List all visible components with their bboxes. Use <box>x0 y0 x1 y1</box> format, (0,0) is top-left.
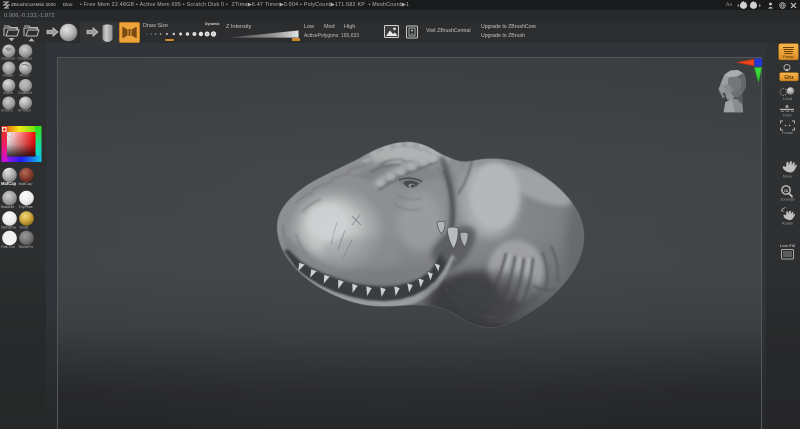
svg-text:Inflate: Inflate <box>3 73 15 78</box>
svg-text:Smth3: Smth3 <box>1 108 13 113</box>
svg-text:Move: Move <box>783 175 792 179</box>
svg-text:Gold: Gold <box>20 225 28 230</box>
svg-text:ToyPlas: ToyPlas <box>19 204 33 209</box>
svg-text:Floor: Floor <box>783 114 792 118</box>
svg-text:Frame: Frame <box>782 131 793 135</box>
svg-text:Local: Local <box>783 97 792 101</box>
svg-text:SnakeH: SnakeH <box>18 90 32 95</box>
svg-text:hPolish: hPolish <box>18 108 31 113</box>
svg-text:3D: 3D <box>784 189 789 193</box>
svg-text:Line Fill: Line Fill <box>780 243 795 248</box>
svg-text:Move: Move <box>4 90 15 95</box>
svg-text:Zoom3D: Zoom3D <box>780 198 795 202</box>
svg-text:SilverFo: SilverFo <box>19 244 34 249</box>
svg-text:BasicM: BasicM <box>1 204 14 209</box>
svg-text:Pinch: Pinch <box>20 73 30 78</box>
svg-text:Standar: Standar <box>1 56 16 61</box>
svg-text:Flat Col: Flat Col <box>1 244 15 249</box>
svg-text:MatCap: MatCap <box>19 181 34 186</box>
svg-text:SkinSha: SkinSha <box>1 225 17 230</box>
svg-text:Rotate: Rotate <box>782 222 793 226</box>
svg-text:ClayBuil: ClayBuil <box>18 56 33 61</box>
svg-text:Ghz: Ghz <box>784 75 794 81</box>
svg-text:Persp: Persp <box>783 54 794 59</box>
svg-text:MatCap: MatCap <box>1 181 17 186</box>
